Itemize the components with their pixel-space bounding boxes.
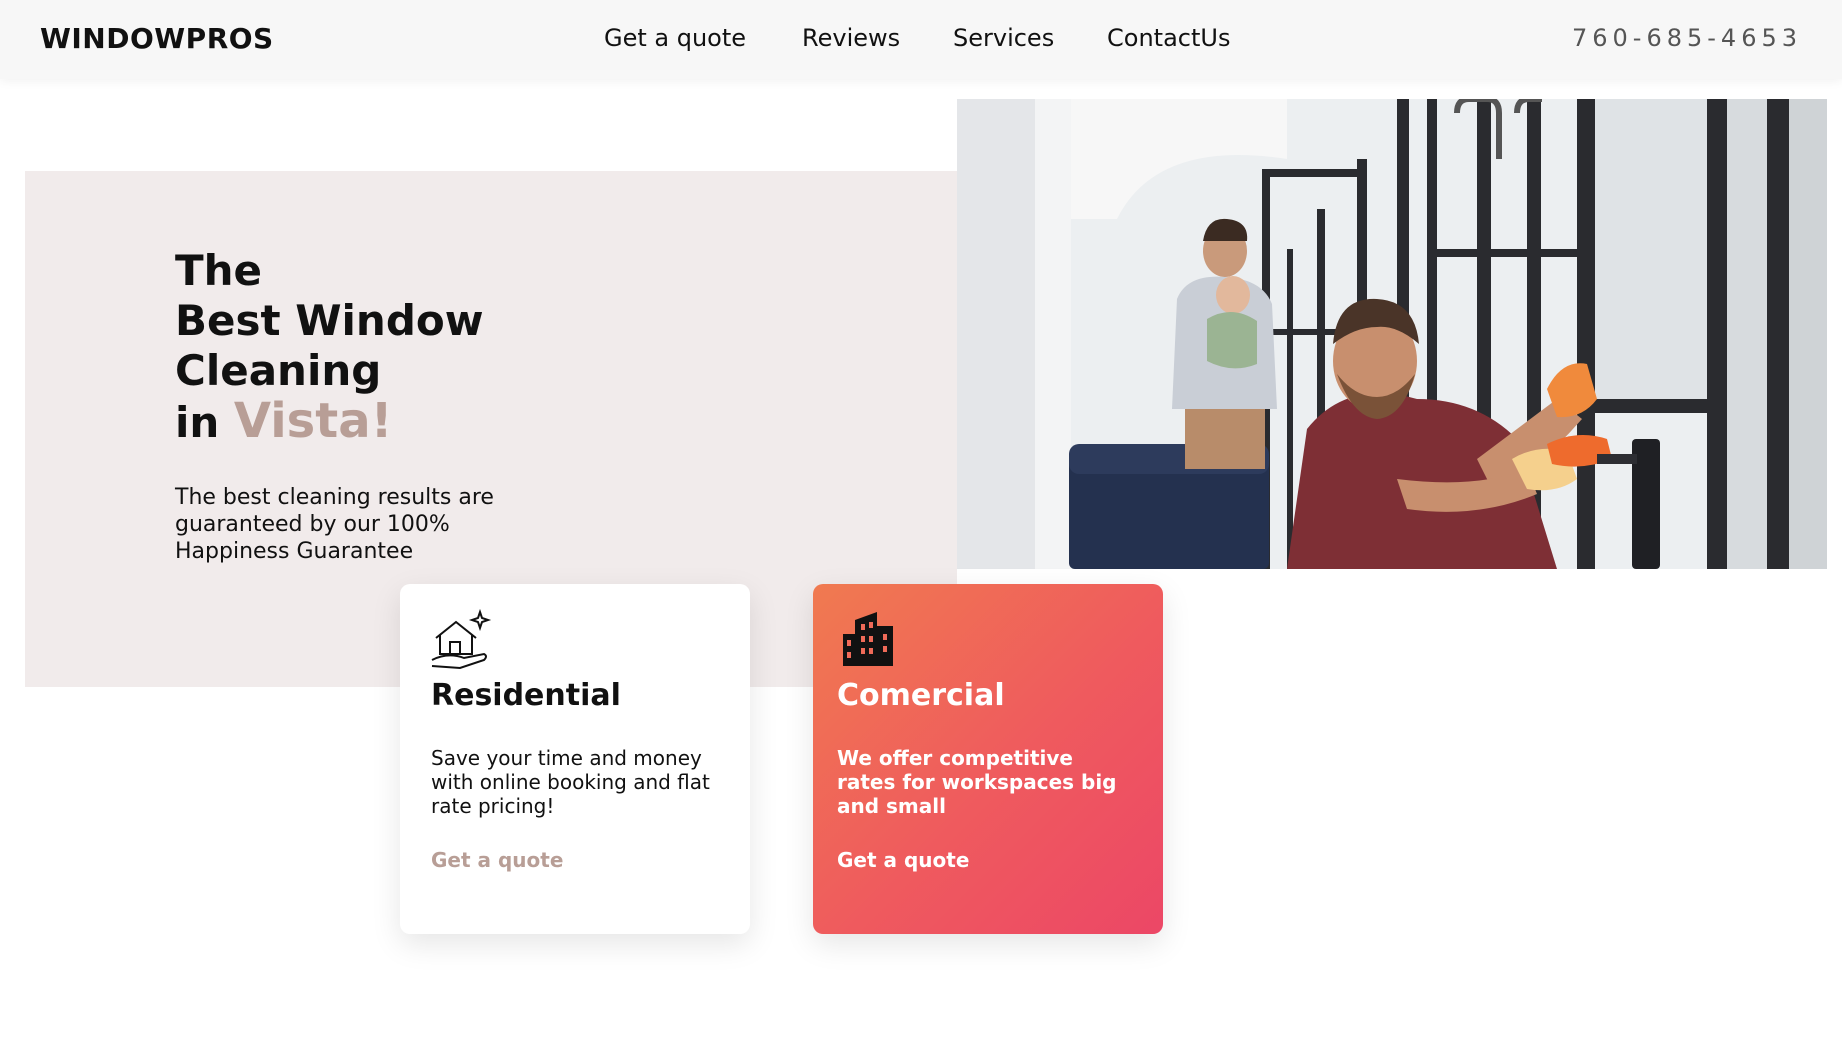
hero-subtitle: The best cleaning results are guaranteed… bbox=[175, 485, 494, 564]
hero-title-line-3: Cleaning bbox=[175, 346, 382, 395]
residential-title: Residential bbox=[431, 678, 621, 713]
house-hand-sparkle-icon bbox=[430, 608, 492, 670]
phone-number[interactable]: 760-685-4653 bbox=[1572, 24, 1802, 52]
site-header: WINDOWPROS Get a quote Reviews Services … bbox=[0, 0, 1842, 79]
commercial-get-quote-link[interactable]: Get a quote bbox=[837, 848, 969, 872]
hero-title-prefix: in bbox=[175, 398, 234, 447]
commercial-description: We offer competitive rates for workspace… bbox=[837, 746, 1117, 818]
commercial-title: Comercial bbox=[837, 678, 1005, 713]
window-cleaner-illustration bbox=[957, 99, 1827, 569]
hero-photo bbox=[957, 99, 1827, 569]
hero-title-line-4: in Vista! bbox=[175, 396, 595, 448]
hero-title-line-2: Best Window bbox=[175, 296, 484, 345]
residential-get-quote-link[interactable]: Get a quote bbox=[431, 848, 563, 872]
commercial-card[interactable]: Comercial We offer competitive rates for… bbox=[813, 584, 1163, 934]
residential-card[interactable]: Residential Save your time and money wit… bbox=[400, 584, 750, 934]
nav-reviews[interactable]: Reviews bbox=[802, 24, 900, 52]
residential-description: Save your time and money with online boo… bbox=[431, 746, 710, 818]
site-logo[interactable]: WINDOWPROS bbox=[40, 22, 274, 55]
buildings-icon bbox=[837, 608, 899, 670]
nav-contact-us[interactable]: ContactUs bbox=[1107, 24, 1230, 52]
hero-title-line-1: The bbox=[175, 246, 263, 295]
hero-title: The Best Window Cleaning in Vista! bbox=[175, 246, 595, 448]
nav-get-a-quote[interactable]: Get a quote bbox=[604, 24, 746, 52]
nav-services[interactable]: Services bbox=[953, 24, 1054, 52]
hero-title-accent: Vista! bbox=[233, 393, 393, 449]
